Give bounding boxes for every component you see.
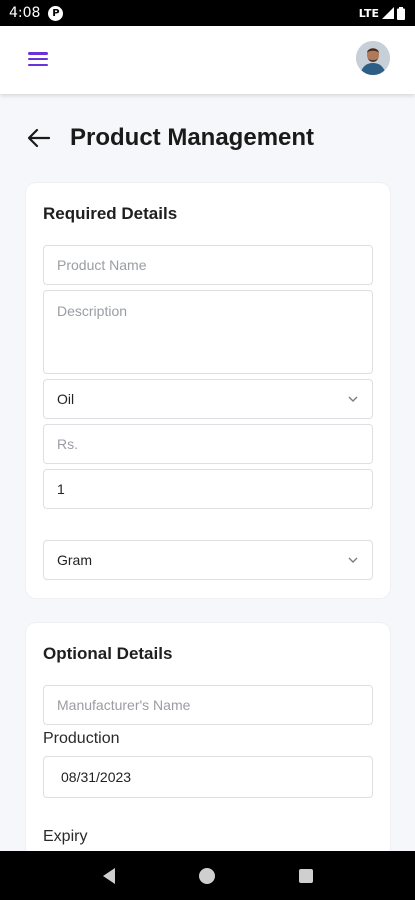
price-input[interactable]: Rs. xyxy=(43,424,373,464)
expiry-label: Expiry xyxy=(43,828,88,845)
network-type: LTE xyxy=(358,6,379,20)
nav-recents-button[interactable] xyxy=(294,864,318,888)
unit-select-value: Gram xyxy=(57,552,92,568)
product-name-input[interactable]: Product Name xyxy=(43,245,373,285)
production-date-input[interactable]: 08/31/2023 xyxy=(43,756,373,798)
status-time: 4:08 xyxy=(9,5,41,21)
circle-home-icon xyxy=(199,867,216,884)
unit-select[interactable]: Gram xyxy=(43,540,373,580)
category-select[interactable]: Oil xyxy=(43,379,373,419)
nav-back-button[interactable] xyxy=(97,864,121,888)
category-select-value: Oil xyxy=(57,391,75,407)
back-button[interactable] xyxy=(28,126,52,150)
signal-icon xyxy=(382,7,394,19)
avatar[interactable] xyxy=(356,41,390,75)
description-input[interactable]: Description xyxy=(43,290,373,374)
chevron-down-icon xyxy=(348,396,358,402)
optional-details-title: Optional Details xyxy=(43,644,173,663)
manufacturer-name-input[interactable]: Manufacturer's Name xyxy=(43,685,373,725)
nav-home-button[interactable] xyxy=(195,864,219,888)
app-bar xyxy=(0,26,415,94)
arrow-left-icon xyxy=(28,129,50,147)
triangle-back-icon xyxy=(103,867,116,884)
page-title: Product Management xyxy=(70,124,315,151)
user-avatar-icon xyxy=(356,41,390,75)
status-right: LTE xyxy=(358,6,405,20)
battery-icon xyxy=(397,6,405,20)
square-recents-icon xyxy=(298,868,313,883)
production-label: Production xyxy=(43,730,120,747)
system-nav-bar xyxy=(0,851,415,900)
required-details-card: Required Details Product Name Descriptio… xyxy=(26,183,390,598)
hamburger-icon[interactable] xyxy=(28,50,48,68)
required-details-title: Required Details xyxy=(43,204,178,223)
page-header: Product Management xyxy=(28,118,314,158)
app-notification-icon: P xyxy=(48,5,64,21)
status-bar: 4:08 P LTE xyxy=(0,0,415,26)
chevron-down-icon xyxy=(348,557,358,563)
optional-details-card: Optional Details Manufacturer's Name Pro… xyxy=(26,623,390,883)
status-left: 4:08 P xyxy=(9,5,64,21)
quantity-input[interactable]: 1 xyxy=(43,469,373,509)
